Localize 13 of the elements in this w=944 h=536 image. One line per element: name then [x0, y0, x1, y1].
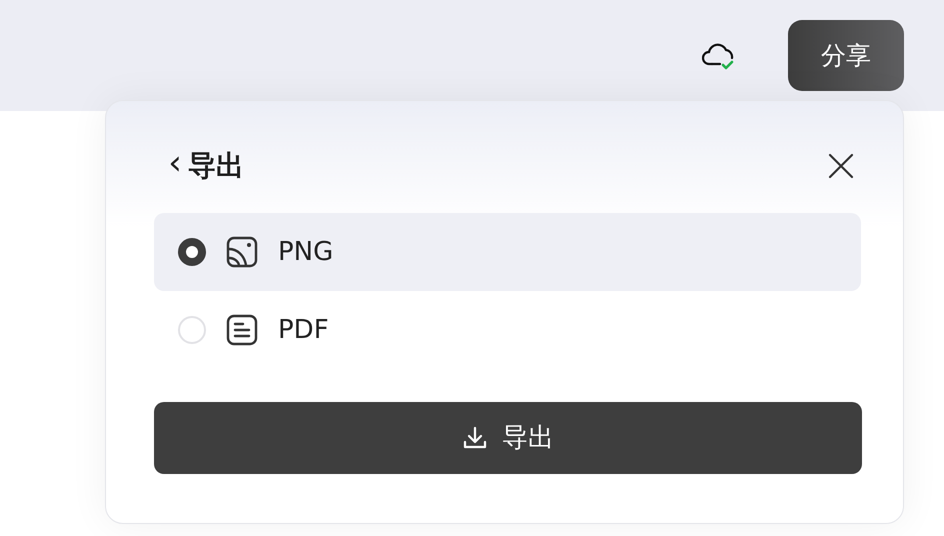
document-icon — [226, 314, 258, 346]
export-button[interactable]: 导出 — [154, 402, 862, 474]
format-label: PDF — [278, 314, 329, 346]
back-button[interactable]: ‹ — [162, 146, 188, 180]
radio-button[interactable] — [178, 238, 206, 266]
format-option[interactable]: PDF — [154, 291, 861, 369]
close-button[interactable] — [827, 152, 855, 180]
format-option[interactable]: PNG — [154, 213, 861, 291]
format-label: PNG — [278, 236, 334, 268]
download-icon — [462, 425, 488, 451]
share-button[interactable]: 分享 — [788, 20, 904, 91]
image-icon — [226, 236, 258, 268]
panel-title: 导出 — [188, 148, 244, 184]
